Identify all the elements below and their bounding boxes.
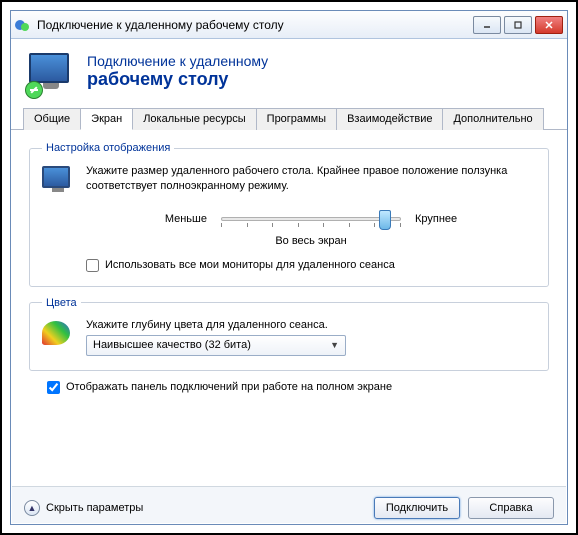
palette-icon: [42, 321, 74, 353]
color-description: Укажите глубину цвета для удаленного сеа…: [86, 319, 536, 331]
tab-display[interactable]: Экран: [80, 108, 133, 130]
connect-button[interactable]: Подключить: [374, 497, 460, 519]
bottom-bar: ▲ Скрыть параметры Подключить Справка: [12, 486, 566, 523]
slider-value-label: Во весь экран: [86, 235, 536, 247]
color-depth-combo[interactable]: Наивысшее качество (32 бита) ▼: [86, 335, 346, 356]
multi-monitor-label: Использовать все мои мониторы для удален…: [105, 259, 395, 271]
tab-general[interactable]: Общие: [23, 108, 81, 130]
close-button[interactable]: [535, 16, 563, 34]
chevron-down-icon: ▼: [330, 340, 339, 350]
minimize-button[interactable]: [473, 16, 501, 34]
tab-advanced[interactable]: Дополнительно: [442, 108, 543, 130]
hide-options-toggle[interactable]: ▲ Скрыть параметры: [24, 500, 143, 516]
header: Подключение к удаленному рабочему столу: [11, 39, 567, 107]
monitor-icon: [42, 166, 74, 198]
maximize-button[interactable]: [504, 16, 532, 34]
connection-bar-checkbox[interactable]: [47, 381, 60, 394]
header-line1: Подключение к удаленному: [87, 53, 268, 69]
help-button[interactable]: Справка: [468, 497, 554, 519]
connection-bar-row[interactable]: Отображать панель подключений при работе…: [47, 381, 531, 394]
color-group: Цвета Укажите глубину цвета для удаленно…: [29, 297, 549, 371]
display-description: Укажите размер удаленного рабочего стола…: [86, 164, 536, 195]
window-title: Подключение к удаленному рабочему столу: [37, 18, 473, 32]
rdp-dialog: Подключение к удаленному рабочему столу …: [10, 10, 568, 525]
display-config-group: Настройка отображения Укажите размер уда…: [29, 142, 549, 287]
color-legend: Цвета: [42, 297, 81, 309]
app-icon: [15, 17, 31, 33]
slider-min-label: Меньше: [165, 213, 207, 225]
connection-bar-label: Отображать панель подключений при работе…: [66, 381, 392, 393]
color-depth-value: Наивысшее качество (32 бита): [93, 339, 251, 351]
tab-experience[interactable]: Взаимодействие: [336, 108, 443, 130]
tab-local-resources[interactable]: Локальные ресурсы: [132, 108, 256, 130]
header-line2: рабочему столу: [87, 69, 268, 90]
multi-monitor-row[interactable]: Использовать все мои мониторы для удален…: [86, 259, 536, 272]
chevron-up-icon: ▲: [24, 500, 40, 516]
slider-thumb[interactable]: [379, 210, 391, 230]
multi-monitor-checkbox[interactable]: [86, 259, 99, 272]
slider-max-label: Крупнее: [415, 213, 457, 225]
display-legend: Настройка отображения: [42, 142, 174, 154]
tab-strip: Общие Экран Локальные ресурсы Программы …: [11, 107, 567, 130]
tab-programs[interactable]: Программы: [256, 108, 337, 130]
tab-content: Настройка отображения Укажите размер уда…: [11, 130, 567, 406]
titlebar: Подключение к удаленному рабочему столу: [11, 11, 567, 39]
rdp-header-icon: [29, 53, 73, 97]
hide-options-label: Скрыть параметры: [46, 502, 143, 514]
resolution-slider[interactable]: [221, 207, 401, 231]
